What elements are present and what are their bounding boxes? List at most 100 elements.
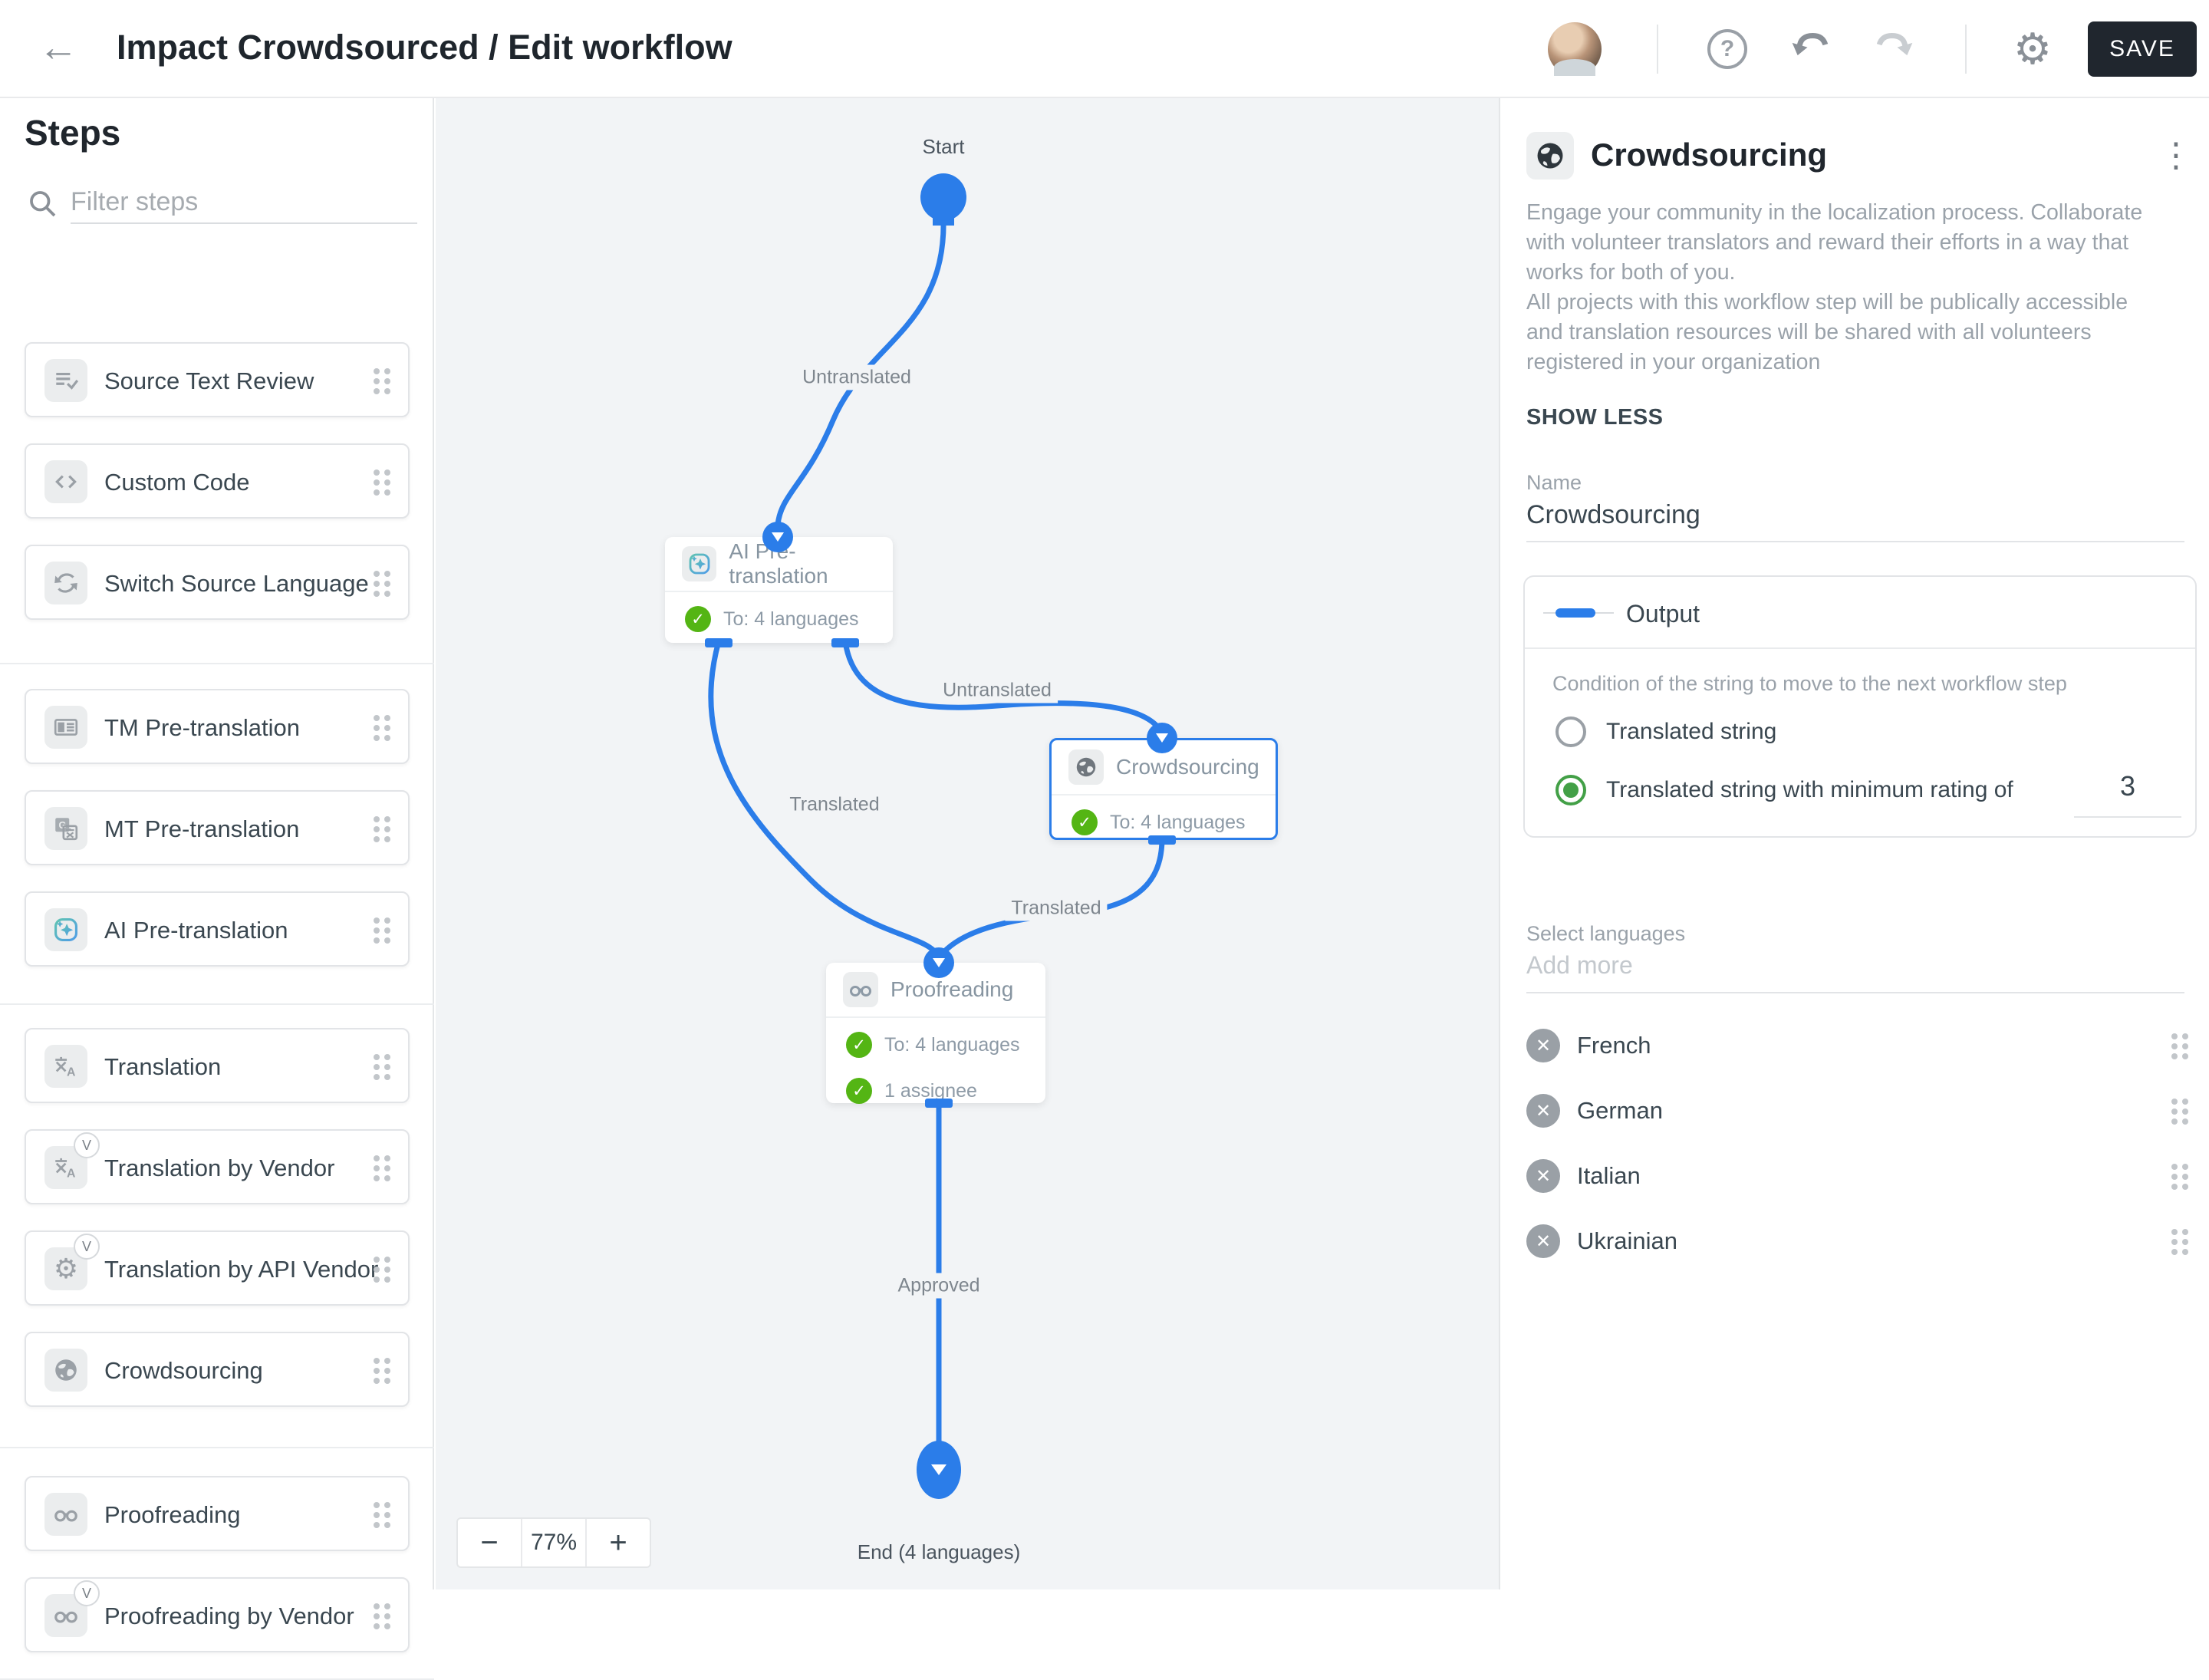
radio-translated-string[interactable]: Translated string [1556, 716, 1776, 747]
node-proofreading[interactable]: Proofreading ✓ To: 4 languages ✓ 1 assig… [826, 963, 1045, 1104]
code-icon [44, 460, 87, 503]
node-crowdsourcing[interactable]: Crowdsourcing ✓ To: 4 languages [1049, 738, 1278, 840]
drag-handle-icon[interactable] [2169, 1227, 2191, 1261]
kebab-menu-icon[interactable]: ⋮ [2157, 132, 2195, 178]
input-connector[interactable] [762, 522, 793, 552]
source-text-review-icon [44, 359, 87, 402]
help-icon: ? [1707, 29, 1747, 69]
sidebar-item-translation-by-api-vendor[interactable]: V ⚙ Translation by API Vendor [25, 1230, 410, 1306]
output-connector[interactable] [831, 638, 859, 647]
add-language-input[interactable] [1526, 951, 2184, 993]
drag-handle-icon[interactable] [371, 814, 393, 848]
step-settings-panel: Crowdsourcing ⋮ Engage your community in… [1499, 98, 2209, 1589]
globe-icon [1068, 749, 1104, 785]
workflow-canvas[interactable]: Untranslated Translated Untranslated Tra… [436, 98, 1499, 1589]
drag-handle-icon[interactable] [371, 1601, 393, 1636]
end-node[interactable] [917, 1441, 961, 1499]
zoom-control: − 77% + [456, 1517, 651, 1568]
zoom-in-button[interactable]: + [587, 1519, 650, 1566]
edge-label: Translated [1005, 895, 1108, 921]
sidebar-item-crowdsourcing[interactable]: Crowdsourcing [25, 1332, 410, 1407]
settings-button[interactable]: ⚙ [2010, 26, 2056, 72]
drag-handle-icon[interactable] [2169, 1096, 2191, 1131]
input-connector[interactable] [1147, 723, 1177, 753]
group-divider [0, 1447, 434, 1448]
start-node-label: Start [922, 135, 965, 158]
check-icon: ✓ [846, 1078, 872, 1104]
filter-steps-input[interactable] [71, 181, 417, 224]
drag-handle-icon[interactable] [371, 713, 393, 747]
drag-handle-icon[interactable] [371, 467, 393, 502]
start-node[interactable] [920, 173, 966, 221]
sidebar-item-label: Source Text Review [104, 367, 314, 394]
svg-text:A: A [67, 1066, 76, 1079]
vendor-badge: V [74, 1234, 100, 1260]
drag-handle-icon[interactable] [371, 366, 393, 400]
vendor-badge: V [74, 1580, 100, 1606]
avatar[interactable] [1548, 22, 1602, 76]
arrow-down-icon [931, 1464, 946, 1475]
input-connector[interactable] [923, 947, 954, 978]
steps-heading: Steps [25, 113, 121, 153]
sidebar-item-tm-pre-translation[interactable]: TM Pre-translation [25, 689, 410, 764]
drag-handle-icon[interactable] [371, 1254, 393, 1289]
output-line-icon [1543, 608, 1614, 618]
node-row: ✓ To: 4 languages [826, 1026, 1045, 1064]
node-row-text: To: 4 languages [723, 608, 859, 630]
output-connector[interactable] [925, 1099, 953, 1108]
redo-button[interactable] [1872, 26, 1918, 72]
name-input[interactable] [1526, 500, 2184, 542]
svg-text:A: A [67, 1168, 76, 1181]
group-divider [0, 663, 434, 664]
remove-icon[interactable]: ✕ [1526, 1159, 1560, 1193]
help-button[interactable]: ? [1704, 26, 1750, 72]
drag-handle-icon[interactable] [371, 915, 393, 950]
radio-translated-min-rating[interactable]: Translated string with minimum rating of [1556, 775, 2013, 805]
remove-icon[interactable]: ✕ [1526, 1224, 1560, 1258]
sidebar-item-proofreading-by-vendor[interactable]: V Proofreading by Vendor [25, 1577, 410, 1652]
language-row: ✕ German [1500, 1084, 2209, 1138]
drag-handle-icon[interactable] [2169, 1161, 2191, 1196]
remove-icon[interactable]: ✕ [1526, 1029, 1560, 1062]
sidebar-item-label: Translation by Vendor [104, 1155, 335, 1181]
sidebar-item-translation-by-vendor[interactable]: V A Translation by Vendor [25, 1129, 410, 1204]
radio-label: Translated string [1606, 719, 1777, 744]
sidebar-item-switch-source-language[interactable]: Switch Source Language [25, 545, 410, 620]
sidebar-item-source-text-review[interactable]: Source Text Review [25, 342, 410, 417]
output-connector[interactable] [705, 638, 732, 647]
save-button[interactable]: SAVE [2088, 21, 2197, 77]
show-less-link[interactable]: SHOW LESS [1526, 405, 1664, 430]
sidebar-item-label: Switch Source Language [104, 570, 369, 597]
output-connector[interactable] [1148, 835, 1176, 845]
drag-handle-icon[interactable] [2169, 1031, 2191, 1066]
node-ai-pre-translation[interactable]: AI Pre-translation ✓ To: 4 languages [665, 537, 893, 643]
step-description: Engage your community in the localizatio… [1526, 200, 2143, 374]
glasses-icon [44, 1493, 87, 1536]
drag-handle-icon[interactable] [371, 1356, 393, 1390]
language-name: Italian [1577, 1162, 1641, 1189]
group-divider [0, 1003, 434, 1005]
language-row: ✕ Italian [1500, 1149, 2209, 1203]
drag-handle-icon[interactable] [371, 1052, 393, 1086]
sidebar-item-custom-code[interactable]: Custom Code [25, 443, 410, 519]
sidebar-item-ai-pre-translation[interactable]: AI Pre-translation [25, 891, 410, 967]
sidebar-item-proofreading[interactable]: Proofreading [25, 1476, 410, 1551]
sidebar-item-label: Custom Code [104, 469, 250, 496]
sidebar-item-mt-pre-translation[interactable]: G MT Pre-translation [25, 790, 410, 865]
sidebar-item-label: AI Pre-translation [104, 917, 288, 944]
sidebar-item-translation[interactable]: A Translation [25, 1028, 410, 1103]
zoom-out-button[interactable]: − [458, 1519, 521, 1566]
undo-button[interactable] [1787, 26, 1833, 72]
edge-label: Untranslated [937, 677, 1058, 703]
min-rating-input[interactable] [2074, 770, 2181, 818]
remove-icon[interactable]: ✕ [1526, 1094, 1560, 1128]
output-card-header: Output [1525, 577, 2195, 649]
name-label: Name [1526, 471, 1582, 494]
drag-handle-icon[interactable] [371, 1153, 393, 1188]
language-name: Ukrainian [1577, 1227, 1677, 1254]
drag-handle-icon[interactable] [371, 568, 393, 603]
drag-handle-icon[interactable] [371, 1500, 393, 1534]
language-name: German [1577, 1097, 1663, 1124]
back-arrow-icon[interactable]: ← [34, 23, 83, 72]
workflow-edges [708, 215, 1165, 1447]
